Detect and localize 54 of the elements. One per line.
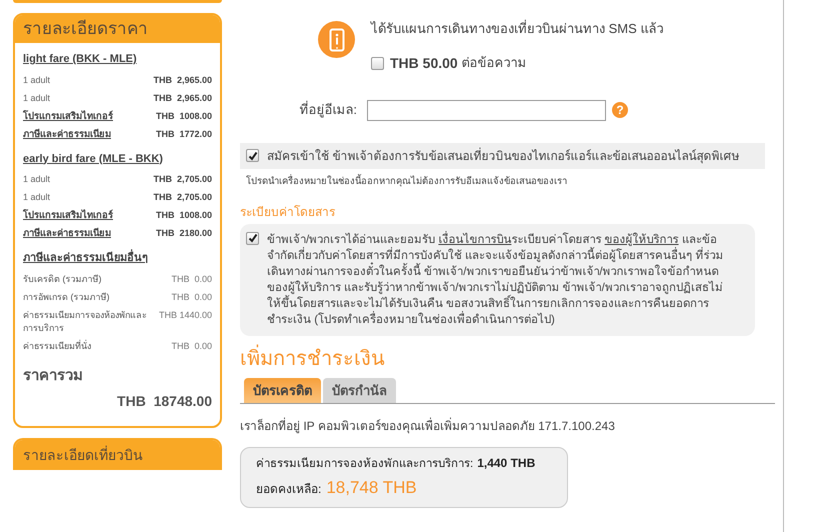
checkbox[interactable] xyxy=(246,232,259,245)
payment-tab[interactable]: บัตรเครดิต xyxy=(244,378,321,403)
fee-link[interactable]: ภาษีและค่าธรรมเนียม xyxy=(23,128,111,140)
checkbox[interactable] xyxy=(371,56,384,70)
ip-notice: เราล็อกที่อยู่ IP คอมพิวเตอร์ของคุณเพื่อเพิ่มความปลอดภัย 171.7.100.243 xyxy=(240,416,616,435)
payment-tab[interactable]: บัตรกำนัล xyxy=(323,378,396,403)
fare-group-title[interactable]: light fare (BKK - MLE) xyxy=(23,51,212,68)
fare-label: 1 adult xyxy=(23,173,50,186)
phone-info-icon xyxy=(318,21,355,58)
fare-label: 1 adult xyxy=(23,191,50,204)
fare-amount: THB 2,965.00 xyxy=(153,92,212,104)
panel-title: รายละเอียดเที่ยวบิน xyxy=(15,440,220,470)
fare-label: การอัพเกรด (รวมภาษี) xyxy=(23,290,110,304)
balance-label: ยอดคงเหลือ: xyxy=(256,481,322,498)
fare-label: ค่าธรรมเนียมการจองห้องพักและการบริการ xyxy=(23,308,148,334)
subscribe-text: สมัครเข้าใช้ ข้าพเจ้าต้องการรับข้อเสนอเที่ยวบินของไทเกอร์แอร์และข้อเสนอออนไลน์สุดพิเศษ xyxy=(267,146,740,164)
fare-rules-heading: ระเบียบค่าโดยสาร xyxy=(240,204,336,221)
subscribe-note: โปรดนำเครื่องหมายในช่องนี้ออกหากคุณไม่ต้องการรับอีเมลแจ้งข้อเสนอของเรา xyxy=(246,174,568,188)
fee-link[interactable]: โปรแกรมเสริมไทเกอร์ xyxy=(23,110,113,122)
fare-amount: THB 1008.00 xyxy=(156,209,212,222)
payment-heading: เพิ่มการชำระเงิน xyxy=(240,346,775,372)
total-amount: THB 18748.00 xyxy=(117,392,212,411)
fare-group-title[interactable]: early bird fare (MLE - BKK) xyxy=(23,150,212,167)
fee-value: 1,440 THB xyxy=(477,454,536,472)
fare-amount: THB 2,705.00 xyxy=(153,173,212,186)
fare-label: 1 adult xyxy=(23,74,50,86)
fare-rules-link[interactable]: ของผู้ให้บริการ xyxy=(604,234,679,246)
sms-text: ได้รับแผนการเดินทางของเที่ยวบินผ่านทาง SMS แล้ว xyxy=(371,19,664,38)
email-label: ที่อยู่อีเมล: xyxy=(298,100,358,120)
fare-amount: THB 0.00 xyxy=(170,340,212,352)
fare-group-title[interactable]: ภาษีและค่าธรรมเนียมอื่นๆ xyxy=(23,250,212,266)
fare-amount: THB 0.00 xyxy=(170,272,212,286)
fare-rules-text: ข้าพเจ้า/พวกเราได้อ่านและยอมรับ เงื่อนไขการบินระเบียบค่าโดยสาร ของผู้ให้บริการ และข้อจำกัดเกี่ยวกับค่าโดยสารที่มีการบังคับใช้ และจะแจ้งข้อมูลดังกล่าวนี้ต่อผู้โดยสารคนอื่นๆ ที่ร่วมเดินทางผ่านการจองตั๋วในครั้งนี้ ข้าพเจ้า/พวกเราขอยืนยันว่าข้าพเจ้า/พวกเราพอใจข้อกำหนดของผู้ให้บริการ และรับรู้ว่าหากข้าพเจ้า/พวกเราไม่ปฏิบัติตาม ข้าพเจ้า/พวกเราอาจถูกปฏิเสธไม่ให้ขึ้นโดยสารและจะไม่ได้รับเงินคืน ขอสงวนสิทธิ์ในการยกเลิกการจองและการคืนยอดการชำระเงิน (โปรดทำเครื่องหมายในช่องเพื่อดำเนินการต่อไป) xyxy=(267,232,735,328)
fare-amount: THB 0.00 xyxy=(170,290,212,304)
fare-amount: THB 2,965.00 xyxy=(153,74,212,86)
fare-amount: THB 2,705.00 xyxy=(153,191,212,204)
fee-link[interactable]: ภาษีและค่าธรรมเนียม xyxy=(23,227,111,240)
sms-price: THB 50.00 xyxy=(390,54,458,72)
email-field[interactable] xyxy=(367,100,606,120)
fare-amount: THB 2180.00 xyxy=(156,227,212,240)
fare-rules-link[interactable]: เงื่อนไขการบิน xyxy=(438,234,512,246)
balance-value: 18,748 THB xyxy=(326,477,417,499)
fare-label: 1 adult xyxy=(23,92,50,104)
fare-label: รับเครดิต (รวมภาษี) xyxy=(23,272,102,286)
checkbox[interactable] xyxy=(246,149,259,162)
fare-amount: THB 1008.00 xyxy=(156,110,212,122)
total-label: ราคารวม xyxy=(23,366,84,386)
fare-amount: THB 1440.00 xyxy=(158,308,212,322)
fare-label: ค่าธรรมเนียมที่นั่ง xyxy=(23,340,92,352)
panel-title: รายละเอียดราคา xyxy=(15,15,220,43)
sms-price-suffix: ต่อข้อความ xyxy=(462,54,527,72)
fee-link[interactable]: โปรแกรมเสริมไทเกอร์ xyxy=(23,209,113,222)
fee-label: ค่าธรรมเนียมการจองห้องพักและการบริการ: xyxy=(256,456,474,472)
fare-amount: THB 1772.00 xyxy=(156,128,212,140)
